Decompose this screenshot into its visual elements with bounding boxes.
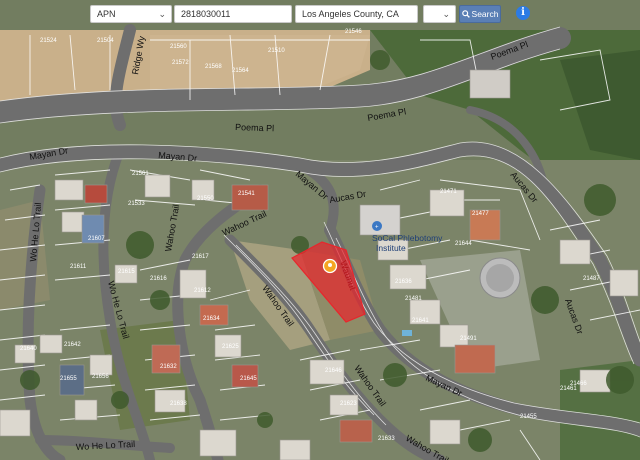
- street-label-poema-1: Poema Pl: [235, 122, 274, 133]
- parcel-number: 21644: [455, 241, 472, 247]
- parcel-number: 21625: [222, 344, 239, 350]
- parcel-number: 21645: [240, 376, 257, 382]
- parcel-number: 21504: [97, 38, 114, 44]
- info-icon[interactable]: i: [516, 6, 530, 20]
- parcel-number: 21572: [172, 60, 189, 66]
- parcel-number: 21612: [194, 288, 211, 294]
- parcel-number: 21638: [170, 401, 187, 407]
- search-icon: [461, 10, 470, 18]
- parcel-number: 21481: [405, 296, 422, 302]
- parcel-number: 21477: [472, 211, 489, 217]
- svg-text:+: +: [375, 225, 379, 231]
- parcel-number: 21533: [128, 201, 145, 207]
- poi-name-line2: Institute: [376, 243, 406, 253]
- parcel-number: 21568: [205, 64, 222, 70]
- parcel-number: 21541: [238, 191, 255, 197]
- parcel-number: 21491: [460, 336, 477, 342]
- parcel-number: 21560: [170, 44, 187, 50]
- chevron-down-icon: ⌄: [158, 9, 166, 19]
- field-type-value: APN: [97, 9, 116, 19]
- parcel-number: 21455: [520, 414, 537, 420]
- parcel-number: 21641: [412, 318, 429, 324]
- parcel-number: 21615: [118, 269, 135, 275]
- parcel-number: 21564: [232, 68, 249, 74]
- parcel-number: 21655: [60, 376, 77, 382]
- parcel-number: 21642: [64, 342, 81, 348]
- parcel-number: 21640: [20, 346, 37, 352]
- county-input-value: Los Angeles County, CA: [302, 9, 399, 19]
- apn-input-value: 2818030011: [181, 9, 231, 19]
- search-button-label: Search: [471, 9, 499, 19]
- parcel-number: 21633: [378, 436, 395, 442]
- parcel-number: 21550: [197, 196, 214, 202]
- parcel-number: 21487: [583, 276, 600, 282]
- chevron-down-icon: ⌄: [442, 9, 450, 19]
- parcel-number: 21656: [92, 374, 109, 380]
- location-marker-icon[interactable]: [322, 258, 338, 274]
- parcel-number: 21510: [268, 48, 285, 54]
- parcel-number: 21466: [570, 381, 587, 387]
- parcel-number: 21634: [203, 316, 220, 322]
- search-button[interactable]: Search: [459, 5, 501, 23]
- parcel-number: 21471: [440, 189, 457, 195]
- parcel-number: 21617: [192, 254, 209, 260]
- apn-input[interactable]: 2818030011: [174, 5, 292, 23]
- parcel-number: 21616: [150, 276, 167, 282]
- parcel-number: 21623: [340, 401, 357, 407]
- county-input[interactable]: Los Angeles County, CA: [295, 5, 418, 23]
- extra-select[interactable]: ⌄: [423, 5, 456, 23]
- poi-name-line1: SoCal Phlebotomy: [372, 233, 443, 243]
- satellite-map[interactable]: Poema Pl Poema Pl Poema Pl Mayan Dr Maya…: [0, 0, 640, 460]
- parcel-number: 21561: [132, 171, 149, 177]
- parcel-number: 21607: [88, 236, 105, 242]
- parcel-number: 21636: [395, 279, 412, 285]
- parcel-number: 21632: [160, 364, 177, 370]
- parcel-number: 21646: [325, 368, 342, 374]
- field-type-select[interactable]: APN ⌄: [90, 5, 172, 23]
- parcel-number: 21524: [40, 38, 57, 44]
- parcel-number: 21611: [70, 264, 87, 270]
- search-toolbar: APN ⌄ 2818030011 Los Angeles County, CA …: [0, 0, 640, 30]
